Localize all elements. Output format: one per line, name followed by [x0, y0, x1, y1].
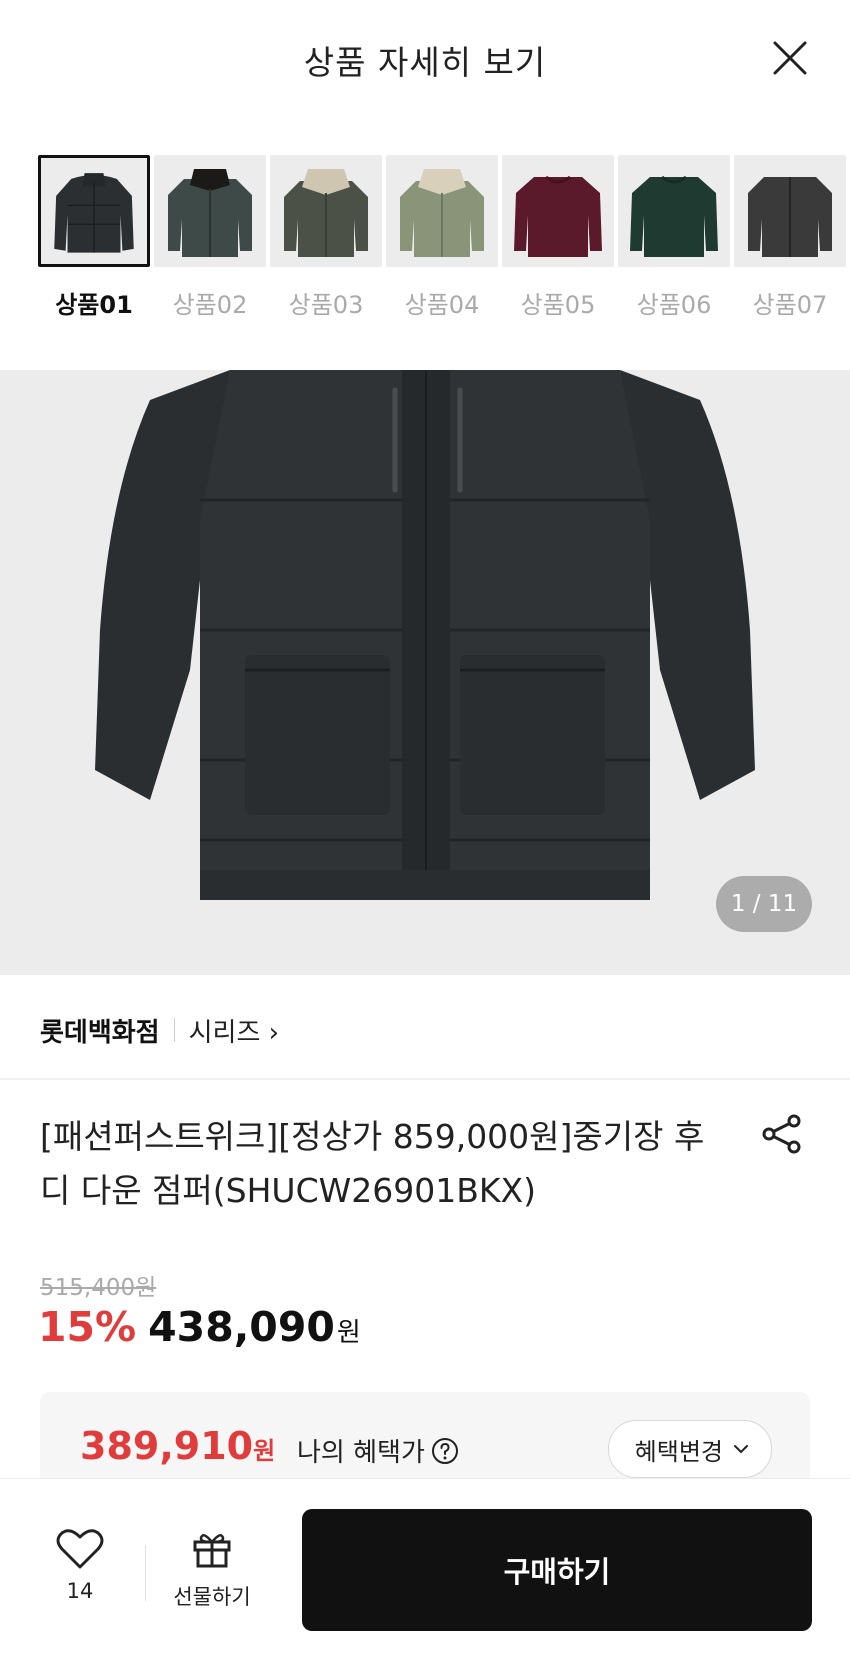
thumbnail-product-03[interactable]: 상품03	[270, 155, 382, 320]
thumbnail-image	[270, 155, 382, 267]
buy-button[interactable]: 구매하기	[302, 1509, 812, 1631]
thumbnail-label: 상품05	[520, 291, 596, 319]
thumbnail-product-01[interactable]: 상품01	[38, 155, 150, 320]
discount-rate: 15%	[38, 1303, 137, 1351]
brand-name[interactable]: 롯데백화점	[40, 1012, 160, 1049]
page-title: 상품 자세히 보기	[303, 43, 547, 82]
product-thumbnail-strip: 상품01 상품02 상품03 상품04 상품05 상품06 상품07	[38, 155, 850, 325]
benefit-change-label: 혜택변경	[634, 1437, 723, 1466]
product-main-image[interactable]: 1 / 11	[0, 370, 850, 975]
benefit-label-row: 나의 혜택가	[297, 1432, 459, 1469]
original-price: 515,400원	[40, 1275, 157, 1301]
thumbnail-label: 상품02	[172, 291, 248, 319]
thumbnail-image	[502, 155, 614, 267]
thumbnail-image	[386, 155, 498, 267]
thumbnail-label: 상품06	[636, 291, 712, 319]
thumbnail-product-04[interactable]: 상품04	[386, 155, 498, 320]
sale-price: 438,090	[148, 1303, 335, 1351]
gift-button[interactable]: 선물하기	[160, 1529, 264, 1611]
benefit-price: 389,910원	[80, 1424, 275, 1468]
product-name: [패션퍼스트위크][정상가 859,000원]중기장 후디 다운 점퍼(SHUC…	[40, 1117, 705, 1210]
thumbnail-image	[38, 155, 150, 267]
gift-label: 선물하기	[173, 1585, 251, 1609]
brand-row: 롯데백화점 시리즈 ›	[40, 1010, 279, 1050]
thumbnail-label: 상품01	[55, 291, 133, 319]
thumbnail-image	[618, 155, 730, 267]
thumbnail-product-02[interactable]: 상품02	[154, 155, 266, 320]
benefit-price-value: 389,910	[80, 1424, 254, 1468]
divider	[0, 1078, 850, 1080]
thumbnail-product-07[interactable]: 상품07	[734, 155, 846, 320]
help-icon[interactable]	[431, 1437, 459, 1465]
benefit-price-unit: 원	[253, 1437, 276, 1465]
bottom-action-bar: 14 선물하기 구매하기	[0, 1478, 850, 1660]
gift-icon	[193, 1534, 231, 1568]
like-count: 14	[66, 1579, 94, 1603]
close-icon[interactable]	[770, 38, 810, 78]
thumbnail-image	[154, 155, 266, 267]
share-icon[interactable]	[760, 1112, 804, 1156]
image-counter: 1 / 11	[716, 876, 812, 932]
benefit-label: 나의 혜택가	[297, 1438, 425, 1468]
thumbnail-label: 상품03	[288, 291, 364, 319]
thumbnail-label: 상품04	[404, 291, 480, 319]
thumbnail-label: 상품07	[752, 291, 828, 319]
thumbnail-product-06[interactable]: 상품06	[618, 155, 730, 320]
brand-separator	[173, 1018, 175, 1042]
heart-icon	[56, 1529, 104, 1569]
benefit-change-button[interactable]: 혜택변경	[607, 1420, 772, 1478]
chevron-down-icon	[734, 1445, 748, 1454]
bottom-separator	[145, 1545, 146, 1601]
header: 상품 자세히 보기	[0, 0, 850, 120]
series-link[interactable]: 시리즈 ›	[189, 1012, 279, 1049]
thumbnail-product-05[interactable]: 상품05	[502, 155, 614, 320]
like-button[interactable]: 14	[40, 1527, 120, 1603]
sale-price-row: 15% 438,090 원	[38, 1303, 361, 1351]
price-unit: 원	[336, 1318, 361, 1348]
thumbnail-image	[734, 155, 846, 267]
